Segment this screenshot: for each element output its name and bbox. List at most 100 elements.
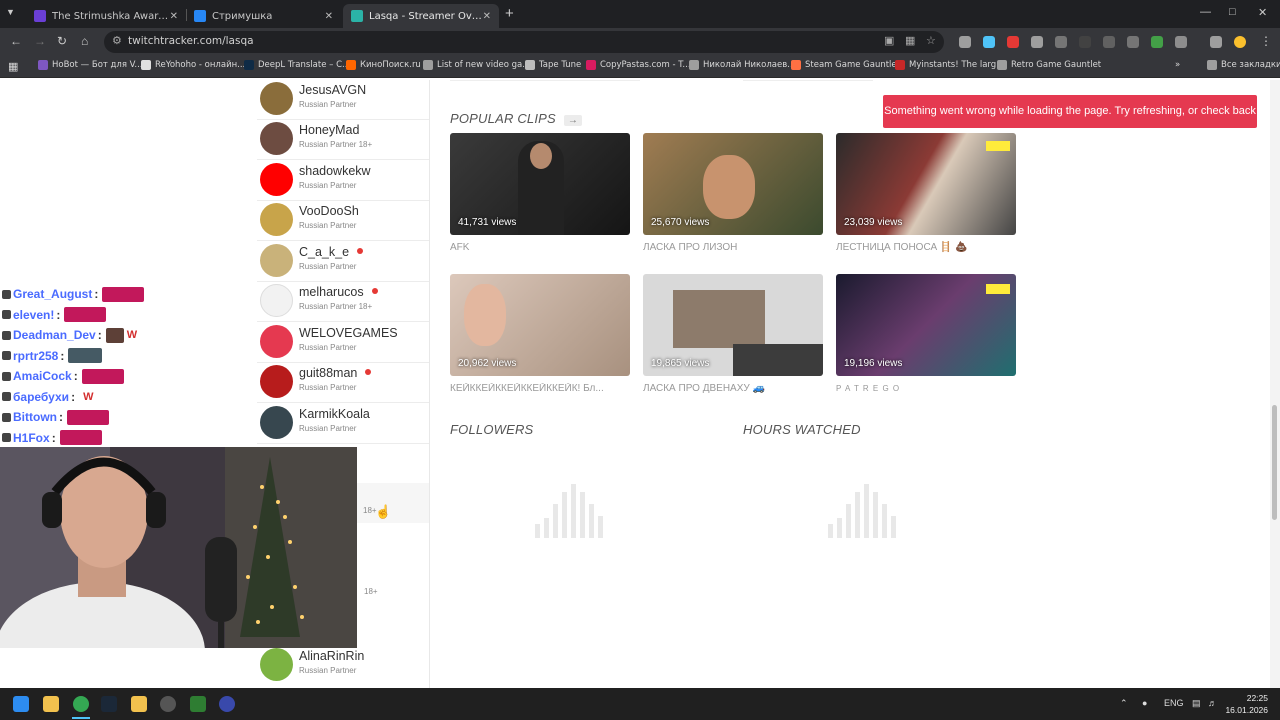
obs-icon[interactable] xyxy=(160,696,176,712)
arrow-right-icon[interactable]: → xyxy=(563,115,583,126)
bookmark-item[interactable]: ReYohoho - онлайн... xyxy=(141,60,245,70)
back-icon[interactable]: ← xyxy=(10,34,22,48)
page-scrollbar[interactable] xyxy=(1270,80,1280,688)
streamer-item[interactable]: HoneyMad Russian Partner 18+ xyxy=(257,120,429,160)
site-info-icon[interactable]: ⚙ xyxy=(112,34,122,47)
system-clock[interactable]: 22:25 16.01.2026 xyxy=(1224,692,1268,716)
clip-thumbnail[interactable]: 19,196 views xyxy=(836,274,1016,376)
file-explorer-icon[interactable] xyxy=(43,696,59,712)
extension-icon[interactable] xyxy=(1079,36,1091,48)
extension-icon[interactable] xyxy=(1055,36,1067,48)
tab-lasqa-overview[interactable]: Lasqa - Streamer Overview & S ✕ xyxy=(343,4,499,28)
more-bookmarks-icon[interactable]: » xyxy=(1175,60,1180,70)
app-icon[interactable] xyxy=(190,696,206,712)
streamer-name[interactable]: guit88man xyxy=(299,366,372,380)
media-control-icon[interactable] xyxy=(1210,36,1222,48)
streamer-name[interactable]: JesusAVGN xyxy=(299,83,366,97)
reload-icon[interactable]: ↻ xyxy=(57,34,67,48)
tab-search-icon[interactable]: ▼ xyxy=(6,7,15,17)
streamer-item[interactable]: shadowkekw Russian Partner xyxy=(257,161,429,201)
streamer-name[interactable]: KarmikKoala xyxy=(299,407,370,421)
new-tab-button[interactable]: + xyxy=(505,5,514,22)
bookmark-item[interactable]: Tape Tune xyxy=(525,60,581,70)
clip-thumbnail[interactable]: 19,865 views xyxy=(643,274,823,376)
volume-icon[interactable]: ♬ xyxy=(1208,698,1217,708)
streamer-name[interactable]: WELOVEGAMES xyxy=(299,326,398,340)
streamer-item[interactable]: WELOVEGAMES Russian Partner xyxy=(257,323,429,363)
browser-menu-icon[interactable]: ⋮ xyxy=(1260,34,1272,48)
streamer-name[interactable]: melharucos xyxy=(299,285,378,299)
clip-thumbnail[interactable]: 20,962 views xyxy=(450,274,630,376)
install-app-icon[interactable]: ▣ xyxy=(884,34,894,47)
streamer-item[interactable]: KarmikKoala Russian Partner xyxy=(257,404,429,444)
streamer-item[interactable]: JesusAVGN Russian Partner xyxy=(257,80,429,120)
start-icon[interactable] xyxy=(13,696,29,712)
streamer-name[interactable]: shadowkekw xyxy=(299,164,371,178)
restore-icon[interactable]: □ xyxy=(1229,6,1236,18)
extension-icon[interactable] xyxy=(1007,36,1019,48)
tab-strimushka-awards[interactable]: The Strimushka Awards 2025 - С ✕ xyxy=(26,4,186,28)
tray-expand-icon[interactable]: ⌃ xyxy=(1120,698,1128,709)
clip-title[interactable]: ЛАСКА ПРО ЛИЗОН xyxy=(643,242,737,253)
profile-avatar[interactable] xyxy=(1234,36,1246,48)
url-text[interactable]: twitchtracker.com/lasqa xyxy=(128,35,254,47)
extension-icon[interactable] xyxy=(959,36,971,48)
streamer-name[interactable]: HoneyMad xyxy=(299,123,359,137)
microphone-icon[interactable]: ● xyxy=(1142,698,1147,708)
clip-views: 19,865 views xyxy=(651,358,710,369)
network-icon[interactable]: ▤ xyxy=(1192,698,1201,709)
extension-icon[interactable] xyxy=(1031,36,1043,48)
streamer-name[interactable]: AlinaRinRin xyxy=(299,649,364,663)
tab-close-icon[interactable]: ✕ xyxy=(325,11,333,22)
bookmark-item[interactable]: HoBot — Бот для V... xyxy=(38,60,143,70)
streamer-name[interactable]: C_a_k_e xyxy=(299,245,364,259)
hovered-streamer-row[interactable] xyxy=(357,483,429,523)
forward-icon[interactable]: → xyxy=(34,34,46,48)
streamer-item[interactable]: melharucos Russian Partner 18+ xyxy=(257,282,429,322)
close-window-icon[interactable]: ✕ xyxy=(1258,6,1267,19)
extension-icon[interactable] xyxy=(1103,36,1115,48)
all-bookmarks-folder[interactable]: Все закладки xyxy=(1207,60,1280,70)
streamer-item[interactable]: C_a_k_e Russian Partner xyxy=(257,242,429,282)
extensions-puzzle-icon[interactable] xyxy=(1175,36,1187,48)
chrome-icon[interactable] xyxy=(73,696,89,712)
streamer-name[interactable]: VooDooSh xyxy=(299,204,359,218)
error-toast[interactable]: Something went wrong while loading the p… xyxy=(883,95,1257,150)
clip-title[interactable]: ЛЕСТНИЦА ПОНОСА 🪜 💩 xyxy=(836,242,968,253)
streamer-item[interactable]: VooDooSh Russian Partner xyxy=(257,201,429,241)
language-indicator[interactable]: ENG xyxy=(1164,698,1184,708)
clip-thumbnail[interactable]: 25,670 views xyxy=(643,133,823,235)
bookmark-item[interactable]: Steam Game Gauntlet xyxy=(791,60,900,70)
app-icon[interactable] xyxy=(219,696,235,712)
pause-app-icon[interactable] xyxy=(131,696,147,712)
bookmark-item[interactable]: CopyPastas.com - T... xyxy=(586,60,691,70)
bookmark-item[interactable]: Myinstants! The larg... xyxy=(895,60,1004,70)
clip-title[interactable]: AFK xyxy=(450,242,469,253)
bookmark-item[interactable]: Retro Game Gauntlet xyxy=(997,60,1101,70)
steam-icon[interactable] xyxy=(101,696,117,712)
extension-icon[interactable] xyxy=(1127,36,1139,48)
home-icon[interactable]: ⌂ xyxy=(81,34,88,48)
clip-title[interactable]: КЕЙККЕЙККЕЙККЕЙККЕЙК! Бл... xyxy=(450,383,630,394)
clip-title[interactable]: P A T R E G O xyxy=(836,384,900,393)
extension-icon[interactable] xyxy=(983,36,995,48)
clip-thumbnail[interactable]: 23,039 views xyxy=(836,133,1016,235)
clip-thumbnail[interactable]: 41,731 views xyxy=(450,133,630,235)
translate-icon[interactable]: ▦ xyxy=(905,34,915,47)
clip-title[interactable]: ЛАСКА ПРО ДВЕНАХУ 🚙 xyxy=(643,383,765,394)
scrollbar-thumb[interactable] xyxy=(1272,405,1277,520)
minimize-icon[interactable]: — xyxy=(1200,6,1211,18)
tab-strimushka[interactable]: Стримушка ✕ xyxy=(186,4,341,28)
tab-close-icon[interactable]: ✕ xyxy=(483,11,491,22)
bookmark-item[interactable]: DeepL Translate – C... xyxy=(244,60,350,70)
address-bar[interactable]: ⚙ twitchtracker.com/lasqa ▣ ▦ ☆ xyxy=(104,31,944,53)
streamer-item[interactable]: AlinaRinRin Russian Partner xyxy=(257,646,429,686)
extension-icon[interactable] xyxy=(1151,36,1163,48)
bookmark-item[interactable]: List of new video ga... xyxy=(423,60,530,70)
tab-close-icon[interactable]: ✕ xyxy=(170,11,178,22)
bookmark-star-icon[interactable]: ☆ xyxy=(926,34,936,47)
streamer-item[interactable]: guit88man Russian Partner xyxy=(257,363,429,403)
bookmark-item[interactable]: КиноПоиск.ru xyxy=(346,60,421,70)
bookmark-item[interactable]: Николай Николаев... xyxy=(689,60,795,70)
apps-grid-icon[interactable]: ▦ xyxy=(8,60,18,73)
